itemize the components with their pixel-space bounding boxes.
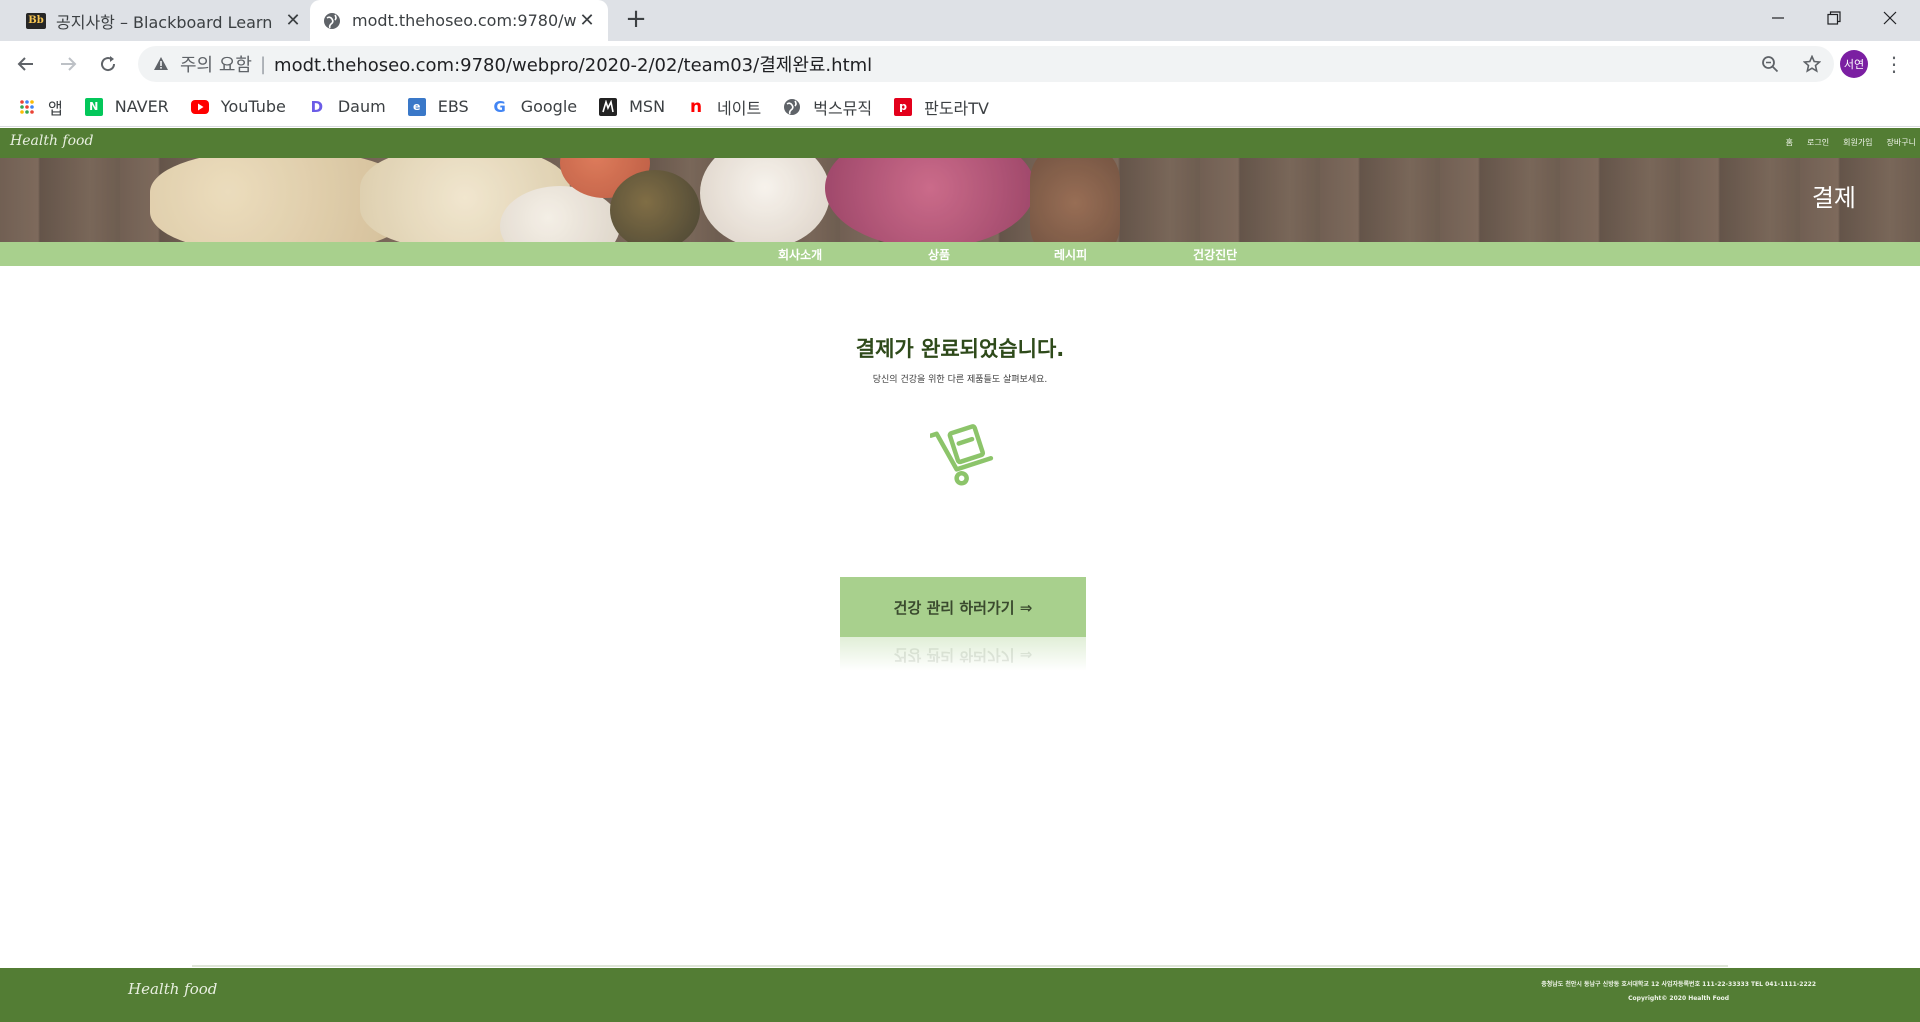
bookmark-label: Google [520,97,578,116]
confirmation-title: 결제가 완료되었습니다. [855,337,1065,361]
forward-button[interactable] [52,48,84,80]
footer-divider [192,965,1728,967]
hero-overlay [0,158,1920,242]
footer-copyright: Copyright© 2020 Health Food [1628,995,1730,1002]
bookmarks-bar: 앱 N NAVER YouTube D Daum e EBS G Google … [0,87,1920,127]
bookmark-msn[interactable]: MSN [599,97,665,116]
bookmark-apps[interactable]: 앱 [18,95,63,119]
url-text[interactable]: modt.thehoseo.com:9780/webpro/2020-2/02/… [274,51,872,77]
bookmark-label: NAVER [114,97,169,116]
bookmark-naver[interactable]: N NAVER [84,97,169,116]
pandora-icon: p [894,97,913,116]
restore-button[interactable] [1806,0,1862,36]
minimize-button[interactable] [1750,0,1806,36]
bookmark-daum[interactable]: D Daum [308,97,386,116]
zoom-icon[interactable] [1756,50,1784,78]
footer-logo[interactable]: Health food [128,980,217,998]
hand-truck-icon [928,418,1000,488]
bookmark-bugs[interactable]: 벅스뮤직 [783,95,872,119]
bookmark-pandoratv[interactable]: p 판도라TV [894,95,989,119]
tab-title: modt.thehoseo.com:9780/webpro [352,11,576,30]
globe-icon [783,98,801,116]
bookmark-google[interactable]: G Google [491,97,578,116]
browser-toolbar: 주의 요함 | modt.thehoseo.com:9780/webpro/20… [0,41,1920,87]
button-reflection: 건강 관리 하러가기 ⇒ [840,637,1086,671]
reload-button[interactable] [92,48,124,80]
profile-avatar[interactable]: 서연 [1840,50,1868,78]
apps-grid-icon [18,98,36,116]
close-icon[interactable]: ✕ [576,10,598,32]
bookmark-youtube[interactable]: YouTube [190,97,286,116]
address-bar[interactable]: 주의 요함 | modt.thehoseo.com:9780/webpro/20… [138,46,1834,82]
bookmark-star-icon[interactable] [1798,50,1826,78]
site-footer: Health food 충청남도 천안시 동남구 신방동 호서대학교 12 사업… [0,968,1920,1022]
tab-strip: Bb 공지사항 – Blackboard Learn ✕ modt.thehos… [0,0,1920,41]
google-icon: G [493,97,506,116]
address-separator: | [259,53,267,75]
blackboard-icon: Bb [26,11,46,31]
back-button[interactable] [10,48,42,80]
youtube-icon [190,98,209,116]
bookmark-label: 벅스뮤직 [813,98,873,118]
menu-icon[interactable]: ⋮ [1880,50,1908,78]
top-links: 홈 로그인 회원가입 장바구니 [1786,137,1916,148]
bookmark-label: EBS [437,97,469,116]
site-top-bar: Health food 홈 로그인 회원가입 장바구니 [0,128,1920,158]
nav-item-recipes[interactable]: 레시피 [1054,246,1087,263]
hero-banner: 결제 [0,158,1920,242]
nav-item-products[interactable]: 상품 [928,246,950,263]
tab-title: 공지사항 – Blackboard Learn [56,12,273,32]
bookmark-label: Daum [337,97,386,116]
footer-info: 충청남도 천안시 동남구 신방동 호서대학교 12 사업자등록번호 111-22… [1541,978,1816,1006]
tab-blackboard[interactable]: Bb 공지사항 – Blackboard Learn ✕ [14,0,314,41]
nate-icon: n [689,96,703,117]
close-icon[interactable]: ✕ [282,10,304,32]
bookmark-label: MSN [629,97,666,116]
bookmark-label: YouTube [220,97,286,116]
bookmark-nate[interactable]: n 네이트 [687,95,761,119]
nav-item-health-check[interactable]: 건강진단 [1193,246,1237,263]
top-link-cart[interactable]: 장바구니 [1887,137,1916,148]
ebs-icon: e [407,97,426,116]
main-nav: 회사소개 상품 레시피 건강진단 [0,242,1920,266]
naver-icon: N [84,97,103,116]
page-content: Health food 홈 로그인 회원가입 장바구니 결제 회사소개 상품 레… [0,128,1920,1022]
top-link-home[interactable]: 홈 [1786,137,1793,148]
nav-item-about[interactable]: 회사소개 [778,246,822,263]
bookmark-label: 네이트 [717,98,762,118]
footer-address: 충청남도 천안시 동남구 신방동 호서대학교 12 사업자등록번호 111-22… [1541,981,1816,988]
bookmark-label: 판도라TV [924,98,989,118]
bookmark-label: 앱 [48,98,63,118]
go-health-management-button[interactable]: 건강 관리 하러가기 ⇒ [840,577,1086,637]
new-tab-button[interactable]: + [622,6,650,34]
globe-icon [322,11,342,31]
security-label[interactable]: 주의 요함 [180,51,252,77]
warning-icon[interactable] [152,55,170,73]
top-link-login[interactable]: 로그인 [1807,137,1829,148]
tab-active-page[interactable]: modt.thehoseo.com:9780/webpro ✕ [310,0,608,41]
button-reflection-label: 건강 관리 하러가기 ⇒ [893,646,1033,664]
msn-icon [599,97,618,116]
confirmation-subtitle: 당신의 건강을 위한 다른 제품들도 살펴보세요. [872,375,1048,385]
bookmark-ebs[interactable]: e EBS [407,97,469,116]
close-window-button[interactable] [1862,0,1918,36]
top-link-signup[interactable]: 회원가입 [1843,137,1872,148]
daum-icon: D [310,97,324,116]
page-title: 결제 [1811,184,1856,212]
site-logo[interactable]: Health food [10,133,93,149]
